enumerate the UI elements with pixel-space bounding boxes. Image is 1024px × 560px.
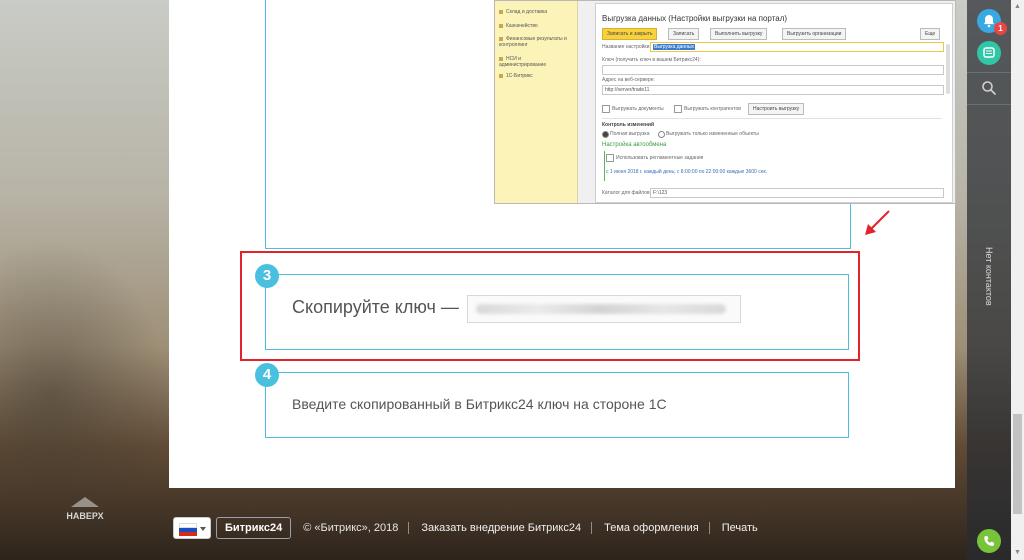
scroll-up-icon[interactable]: ▲ (1013, 2, 1022, 11)
sidebar-item: Казначейство (499, 23, 538, 29)
radio-label: Полная выгрузка (610, 131, 650, 137)
arrow-up-icon (71, 497, 99, 507)
annotation-arrow-icon (865, 210, 890, 235)
back-to-top-button[interactable]: НАВЕРХ (64, 497, 106, 529)
phone-icon (984, 536, 995, 546)
copyright-text: © «Битрикс», 2018 (303, 522, 399, 534)
back-to-top-label: НАВЕРХ (66, 511, 104, 521)
screenshot-title: Выгрузка данных (Настройки выгрузки на п… (602, 14, 788, 23)
background-tree (0, 240, 170, 500)
notifications-count-badge: 1 (994, 22, 1007, 35)
call-button[interactable] (977, 529, 1001, 553)
run-export-button: Выполнить выгрузку (710, 28, 768, 40)
checkbox-label: Выгружать контрагентов (684, 106, 741, 112)
scroll-down-icon[interactable]: ▼ (1013, 548, 1022, 557)
sidebar-item: НСИ и администрирование (499, 56, 547, 68)
page-scrollbar[interactable]: ▲ ▼ (1011, 0, 1024, 560)
radio (658, 131, 665, 138)
field-label: Адрес на веб-сервере: (602, 77, 655, 83)
order-implementation-link[interactable]: Заказать внедрение Битрикс24 (421, 522, 581, 534)
schedule-link: с 1 июня 2018 г. каждый день; с 8:00:00 … (606, 169, 768, 175)
radio (602, 131, 609, 138)
step-4-text: Введите скопированный в Битрикс24 ключ н… (292, 396, 667, 412)
chat-button[interactable] (977, 41, 1001, 65)
sidebar-item: Финансовые результаты и контроллинг (499, 36, 567, 48)
save-close-button: Записать и закрыть (602, 28, 658, 40)
step-card-4: Введите скопированный в Битрикс24 ключ н… (265, 372, 849, 438)
search-icon (982, 81, 997, 96)
print-link[interactable]: Печать (722, 522, 758, 534)
checkbox (674, 105, 682, 113)
language-selector[interactable] (173, 517, 211, 539)
section-title: Настройка автообмена (602, 142, 667, 148)
files-dir-field: F:\123 (650, 188, 944, 198)
checkbox-label: Использовать регламентные задания (616, 155, 704, 161)
field-label: Название настройки: (602, 44, 651, 50)
checkbox (606, 154, 614, 162)
radio-label: Выгружать только измененные объекты (666, 131, 759, 137)
search-button[interactable] (981, 80, 997, 101)
key-field (602, 65, 944, 75)
sidebar-item: 1С-Битрикс (499, 73, 533, 79)
no-contacts-label: Нет контактов (984, 247, 994, 306)
scrollbar-thumb[interactable] (1013, 414, 1022, 514)
more-button: Еще (920, 28, 941, 40)
server-address-field: http://server/trade11 (602, 85, 944, 95)
export-orgs-button: Выгрузить организации (782, 28, 847, 40)
field-label: Ключ (получить ключ в вашем Битрикс24): (602, 57, 701, 63)
chat-icon (983, 47, 995, 58)
screenshot-form: Выгрузка данных (Настройки выгрузки на п… (595, 3, 953, 203)
checkbox (602, 105, 610, 113)
right-rail: 1 Нет контактов (967, 0, 1011, 560)
highlight-frame (240, 251, 860, 361)
field-label: Каталог для файлов: (602, 190, 651, 196)
footer: Битрикс24 © «Битрикс», 2018 Заказать вне… (173, 516, 758, 540)
settings-name-field: Выгрузка данных (650, 42, 944, 52)
checkbox-label: Выгружать документы (612, 106, 664, 112)
screenshot-sidebar: Склад и доставка Казначейство Финансовые… (495, 1, 578, 203)
theme-link[interactable]: Тема оформления (604, 522, 699, 534)
configure-export-button: Настроить выгрузку (748, 103, 805, 115)
save-button: Записать (668, 28, 700, 40)
content-area: Склад и доставка Казначейство Финансовые… (169, 0, 956, 488)
sidebar-item: Склад и доставка (499, 9, 547, 15)
step-4-badge: 4 (255, 363, 279, 387)
screenshot-1c: Склад и доставка Казначейство Финансовые… (494, 0, 956, 204)
section-title: Контроль изменений (602, 122, 655, 128)
russia-flag-icon (179, 523, 197, 536)
bitrix24-logo[interactable]: Битрикс24 (216, 517, 292, 539)
chevron-down-icon (200, 527, 206, 531)
